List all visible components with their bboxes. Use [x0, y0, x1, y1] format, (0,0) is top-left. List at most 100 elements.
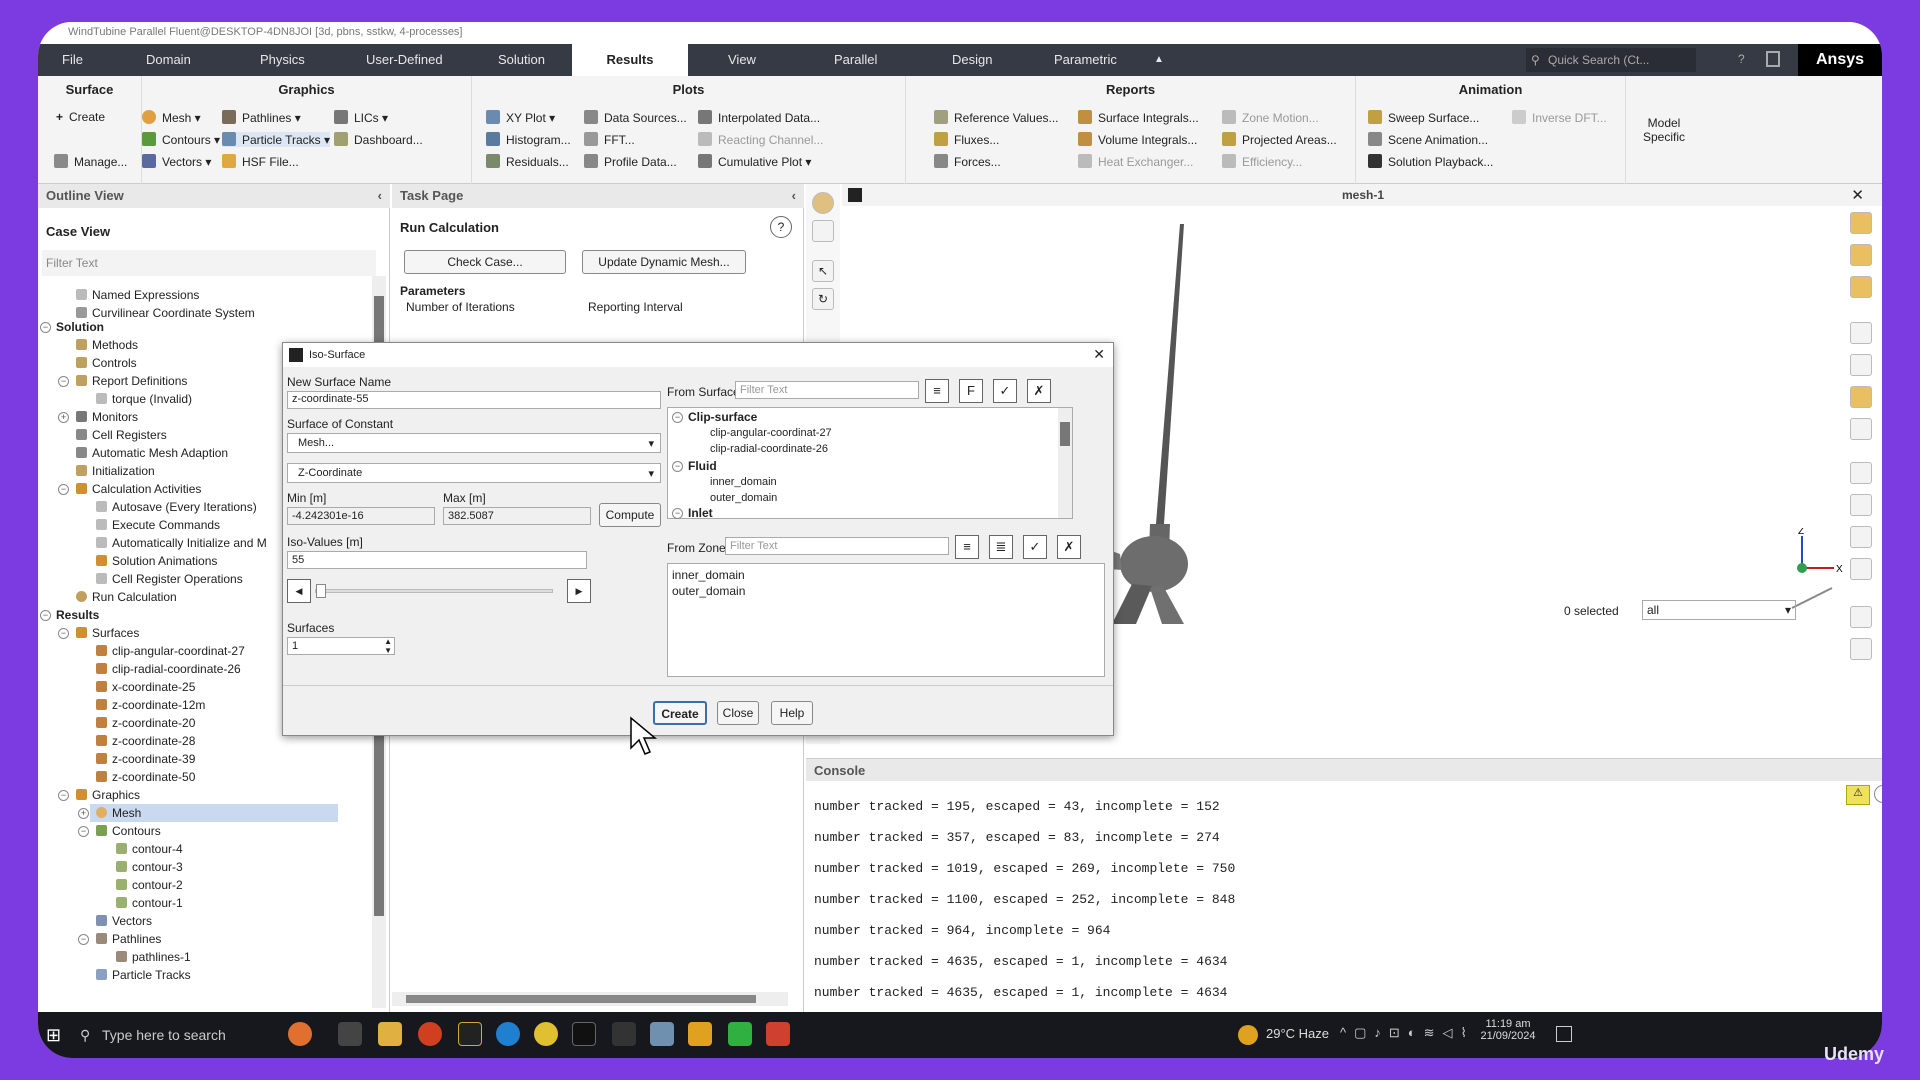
tree-item[interactable]: Controls — [76, 356, 137, 370]
sweep-surface-button[interactable]: Sweep Surface... — [1368, 110, 1479, 125]
tree-item[interactable]: Contours — [96, 824, 161, 838]
filter-list-icon[interactable]: F — [959, 379, 983, 403]
shading-icon[interactable] — [1850, 244, 1872, 266]
edge-icon[interactable] — [496, 1022, 520, 1046]
help-icon[interactable]: ? — [770, 216, 792, 238]
surface-integrals-button[interactable]: Surface Integrals... — [1078, 110, 1199, 125]
system-tray-icons[interactable]: ^▢♪⊡◐≋◁⌇ — [1340, 1025, 1475, 1041]
file-explorer-icon[interactable] — [378, 1022, 402, 1046]
notifications-icon[interactable] — [1556, 1026, 1572, 1042]
collapse-icon[interactable]: − — [58, 628, 69, 639]
scene-animation-button[interactable]: Scene Animation... — [1368, 132, 1488, 147]
model-specific-button[interactable]: Model Specific — [1634, 116, 1694, 144]
hsf-file-button[interactable]: HSF File... — [222, 154, 299, 169]
surface-of-constant-select[interactable]: Mesh... ▾ — [287, 433, 661, 453]
tree-item[interactable]: Named Expressions — [76, 288, 199, 302]
tree-item[interactable]: Surfaces — [76, 626, 139, 640]
tab-parametric[interactable]: Parametric — [1044, 44, 1127, 76]
collapse-left-icon[interactable]: ‹ — [378, 188, 382, 203]
help-button[interactable]: Help — [771, 701, 813, 725]
collapse-left-icon[interactable]: ‹ — [792, 188, 796, 203]
surfaces-stepper[interactable]: 1 ▲ ▼ — [287, 637, 395, 655]
tree-item[interactable]: Vectors — [96, 914, 152, 928]
vectors-button[interactable]: Vectors ▾ — [142, 154, 211, 169]
fft-button[interactable]: FFT... — [584, 132, 635, 147]
collapse-icon[interactable]: − — [672, 412, 683, 423]
tree-item[interactable]: Particle Tracks — [96, 968, 191, 982]
create-surface-button[interactable]: + Create — [56, 110, 105, 124]
app-icon[interactable] — [612, 1022, 636, 1046]
surface-list-scrollbar[interactable] — [1058, 408, 1072, 518]
tree-item[interactable]: contour-1 — [116, 896, 183, 910]
new-surface-name-input[interactable]: z-coordinate-55 — [287, 391, 661, 409]
tree-item[interactable]: z-coordinate-39 — [96, 752, 195, 766]
page-icon[interactable] — [1850, 606, 1872, 628]
list-item[interactable]: outer_domain — [672, 584, 745, 598]
particle-tracks-button[interactable]: Particle Tracks ▾ — [222, 132, 331, 147]
layers-icon[interactable] — [1850, 386, 1872, 408]
tree-item[interactable]: z-coordinate-28 — [96, 734, 195, 748]
filter-match-icon[interactable]: ≡ — [925, 379, 949, 403]
tab-file[interactable]: File — [52, 44, 93, 76]
zone-motion-button[interactable]: Zone Motion... — [1222, 110, 1319, 125]
tree-item[interactable]: Calculation Activities — [76, 482, 201, 496]
palette-icon[interactable] — [1850, 212, 1872, 234]
rotate-icon[interactable]: ↻ — [812, 288, 834, 310]
powerpoint-icon[interactable] — [418, 1022, 442, 1046]
tree-item[interactable]: Autosave (Every Iterations) — [96, 500, 257, 514]
close-button[interactable]: Close — [717, 701, 759, 725]
from-zones-filter[interactable]: Filter Text — [725, 537, 949, 555]
tab-view[interactable]: View — [718, 44, 766, 76]
chart-icon[interactable] — [1850, 462, 1872, 484]
ruler-icon[interactable] — [1850, 494, 1872, 516]
tree-item[interactable]: clip-radial-coordinate-26 — [96, 662, 241, 676]
layout-icon[interactable] — [1766, 51, 1780, 67]
select-all-icon[interactable]: ✓ — [1023, 535, 1047, 559]
collapse-icon[interactable]: − — [78, 826, 89, 837]
filter-match-icon[interactable]: ≡ — [955, 535, 979, 559]
residuals-button[interactable]: Residuals... — [486, 154, 569, 169]
taskbar-search-input[interactable]: ⚲ Type here to search — [78, 1020, 278, 1050]
tree-item[interactable]: Cell Register Operations — [96, 572, 243, 586]
outline-filter-input[interactable]: Filter Text — [42, 250, 376, 276]
chrome-icon[interactable] — [534, 1022, 558, 1046]
list-item[interactable]: inner_domain — [672, 568, 745, 582]
tree-item[interactable]: clip-angular-coordinat-27 — [96, 644, 245, 658]
dashboard-button[interactable]: Dashboard... — [334, 132, 423, 147]
collapse-icon[interactable]: − — [40, 322, 51, 333]
tree-item[interactable]: Solution Animations — [96, 554, 217, 568]
pathlines-button[interactable]: Pathlines ▾ — [222, 110, 301, 125]
weather-widget-icon[interactable] — [288, 1022, 312, 1046]
undo-icon[interactable] — [1850, 418, 1872, 440]
warning-icon[interactable]: ⚠ — [1846, 785, 1870, 805]
tree-item[interactable]: z-coordinate-12m — [96, 698, 205, 712]
app-icon[interactable] — [458, 1022, 482, 1046]
tree-section-results[interactable]: Results — [56, 608, 99, 622]
tree-item[interactable]: torque (Invalid) — [96, 392, 192, 406]
iso-value-slider[interactable] — [315, 584, 553, 598]
forces-button[interactable]: Forces... — [934, 154, 1001, 169]
tree-item[interactable]: Report Definitions — [76, 374, 187, 388]
tree-item[interactable]: x-coordinate-25 — [96, 680, 195, 694]
inverse-dft-button[interactable]: Inverse DFT... — [1512, 110, 1607, 125]
create-button[interactable]: Create — [653, 701, 707, 725]
list-item[interactable]: outer_domain — [710, 492, 777, 504]
tree-item[interactable]: Graphics — [76, 788, 140, 802]
info-icon[interactable]: i — [1874, 785, 1882, 803]
tree-item[interactable]: contour-4 — [116, 842, 183, 856]
tree-item[interactable]: Run Calculation — [76, 590, 177, 604]
tab-user-defined[interactable]: User-Defined — [356, 44, 453, 76]
surface-list[interactable]: − Clip-surface clip-angular-coordinat-27… — [667, 407, 1073, 520]
mesh-button[interactable]: Mesh ▾ — [142, 110, 201, 125]
collapse-icon[interactable]: − — [672, 461, 683, 472]
coordinate-select[interactable]: Z-Coordinate ▾ — [287, 463, 661, 483]
histogram-button[interactable]: Histogram... — [486, 132, 571, 147]
deselect-all-icon[interactable]: ✗ — [1027, 379, 1051, 403]
heat-exchanger-button[interactable]: Heat Exchanger... — [1078, 154, 1193, 169]
cumulative-plot-button[interactable]: Cumulative Plot ▾ — [698, 154, 811, 169]
lights-icon[interactable] — [1850, 276, 1872, 298]
fit-view-icon[interactable] — [812, 192, 834, 214]
update-dynamic-mesh-button[interactable]: Update Dynamic Mesh... — [582, 250, 746, 274]
list-item[interactable]: inner_domain — [710, 476, 777, 488]
document-icon[interactable] — [1850, 526, 1872, 548]
